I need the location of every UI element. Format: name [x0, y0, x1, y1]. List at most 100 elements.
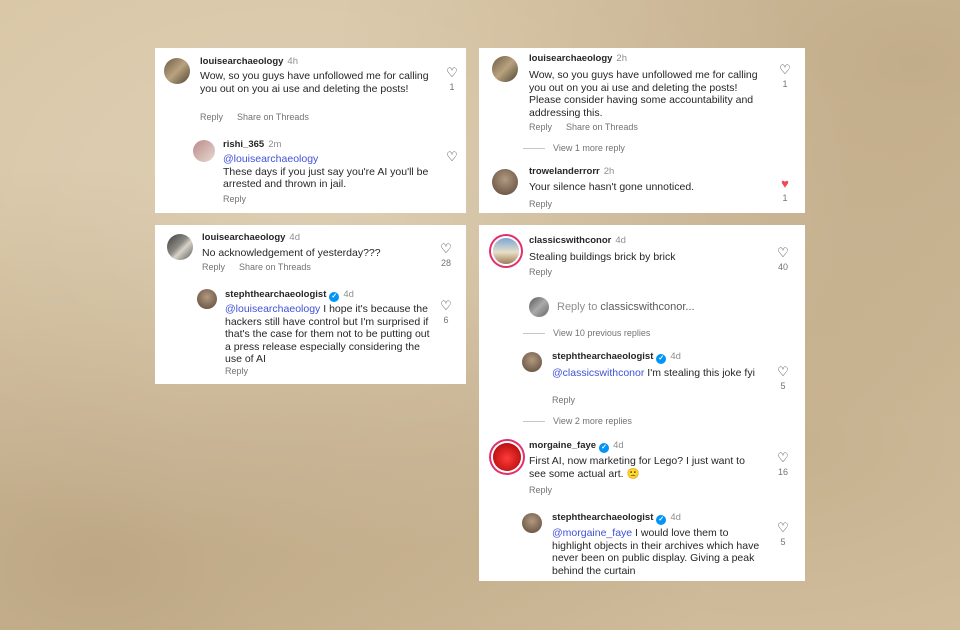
like-control[interactable]: ♡ 16	[776, 451, 790, 477]
view-more-replies-button[interactable]: View 2 more replies	[523, 416, 632, 426]
reply-button[interactable]: Reply	[552, 395, 575, 405]
mention-link[interactable]: @classicswithconor	[552, 367, 644, 379]
avatar[interactable]	[493, 443, 521, 471]
reply-button[interactable]: Reply	[529, 267, 552, 277]
timestamp: 4d	[670, 512, 681, 523]
username[interactable]: louisearchaeology 4d	[202, 232, 300, 243]
mention-link[interactable]: @louisearchaeology	[225, 303, 320, 315]
like-count: 16	[777, 467, 788, 477]
like-control[interactable]: ♡ 28	[439, 242, 453, 268]
timestamp: 4d	[615, 235, 626, 246]
mention-link[interactable]: @louisearchaeology	[223, 153, 318, 165]
timestamp: 4h	[287, 56, 298, 67]
like-count: 5	[780, 537, 786, 547]
avatar[interactable]	[164, 58, 190, 84]
timestamp: 4d	[613, 440, 624, 451]
comment-text: No acknowledgement of yesterday???	[202, 247, 381, 259]
reply-button[interactable]: Reply	[202, 262, 225, 272]
comment: classicswithconor 4d Stealing buildings b…	[479, 225, 805, 285]
comment-actions: Reply Share on Threads	[200, 112, 323, 122]
reply-button[interactable]: Reply	[223, 194, 246, 204]
like-control[interactable]: ♡ 6	[439, 299, 453, 325]
username[interactable]: louisearchaeology 2h	[529, 53, 627, 64]
heart-outline-icon[interactable]: ♡	[439, 299, 453, 312]
comment-card-1: louisearchaeology 4h Wow, so you guys hav…	[155, 48, 466, 213]
share-on-threads-button[interactable]: Share on Threads	[239, 262, 311, 272]
reply-text: Your silence hasn't gone unnoticed.	[529, 181, 695, 193]
like-count: 28	[440, 258, 451, 268]
comment: morgaine_faye ✓ 4d First AI, now marketing…	[479, 433, 805, 498]
like-control[interactable]: ♡ 1	[445, 66, 459, 92]
like-count: 6	[443, 315, 449, 325]
verified-badge-icon: ✓	[656, 515, 667, 525]
reply-button[interactable]: Reply	[529, 199, 552, 209]
username[interactable]: trowelanderrorr 2h	[529, 166, 614, 177]
reply-text: @louisearchaeology These days if you jus…	[223, 153, 429, 190]
heart-filled-icon[interactable]: ♥	[778, 177, 792, 190]
reply-text: @morgaine_faye I would love them to high…	[552, 527, 760, 577]
heart-outline-icon[interactable]: ♡	[776, 521, 790, 534]
view-more-replies-button[interactable]: View 1 more reply	[523, 143, 625, 153]
reply-input[interactable]: Reply to classicswithconor...	[557, 301, 695, 313]
like-control[interactable]: ♡ 5	[776, 365, 790, 391]
username[interactable]: classicswithconor 4d	[529, 235, 626, 246]
view-previous-replies-button[interactable]: View 10 previous replies	[523, 328, 650, 338]
like-count: 40	[777, 262, 788, 272]
avatar	[529, 297, 549, 317]
avatar[interactable]	[522, 352, 542, 372]
reply: rishi_365 2m @louisearchaeology These day…	[155, 134, 466, 209]
heart-outline-icon[interactable]: ♡	[445, 150, 459, 163]
comment-text: Stealing buildings brick by brick	[529, 251, 676, 263]
verified-badge-icon: ✓	[329, 292, 340, 302]
heart-outline-icon[interactable]: ♡	[445, 66, 459, 79]
timestamp: 4d	[343, 289, 354, 300]
avatar[interactable]	[522, 513, 542, 533]
reply-text: @louisearchaeology I hope it's because t…	[225, 303, 430, 365]
like-control[interactable]: ♡ 1	[778, 63, 792, 89]
heart-outline-icon[interactable]: ♡	[778, 63, 792, 76]
username[interactable]: louisearchaeology 4h	[200, 56, 298, 67]
reply-button[interactable]: Reply	[225, 366, 248, 376]
comment-actions: Reply Share on Threads	[202, 262, 325, 272]
username[interactable]: stephthearchaeologist ✓ 4d	[552, 512, 681, 525]
username[interactable]: stephthearchaeologist ✓ 4d	[552, 351, 681, 364]
like-control[interactable]: ♡	[445, 150, 459, 163]
timestamp: 4d	[670, 351, 681, 362]
username[interactable]: rishi_365 2m	[223, 139, 281, 150]
reply-button[interactable]: Reply	[529, 122, 552, 132]
timestamp: 2h	[616, 53, 627, 64]
heart-outline-icon[interactable]: ♡	[776, 451, 790, 464]
share-on-threads-button[interactable]: Share on Threads	[237, 112, 309, 122]
reply-button[interactable]: Reply	[200, 112, 223, 122]
comment-card-3: louisearchaeology 4d No acknowledgement o…	[155, 225, 466, 384]
comment-actions: Reply Share on Threads	[529, 122, 652, 132]
avatar[interactable]	[492, 169, 518, 195]
comment: louisearchaeology 2h Wow, so you guys hav…	[479, 48, 805, 138]
like-count: 1	[782, 193, 788, 203]
avatar[interactable]	[197, 289, 217, 309]
reply: stephthearchaeologist ✓ 4d @morgaine_faye …	[479, 509, 805, 579]
like-control[interactable]: ♡ 40	[776, 246, 790, 272]
share-on-threads-button[interactable]: Share on Threads	[566, 122, 638, 132]
avatar[interactable]	[193, 140, 215, 162]
comment-text: Wow, so you guys have unfollowed me for …	[200, 70, 429, 95]
like-control[interactable]: ♥ 1	[778, 177, 792, 203]
heart-outline-icon[interactable]: ♡	[776, 246, 790, 259]
reply: trowelanderrorr 2h Your silence hasn't go…	[479, 163, 805, 213]
like-control[interactable]: ♡ 5	[776, 521, 790, 547]
comment-card-2: louisearchaeology 2h Wow, so you guys hav…	[479, 48, 805, 213]
reply: stephthearchaeologist ✓ 4d @louisearchaeol…	[155, 285, 466, 380]
heart-outline-icon[interactable]: ♡	[776, 365, 790, 378]
like-count: 1	[449, 82, 455, 92]
timestamp: 2h	[603, 166, 615, 177]
avatar[interactable]	[492, 56, 518, 82]
comment-card-4: classicswithconor 4d Stealing buildings b…	[479, 225, 805, 581]
mention-link[interactable]: @morgaine_faye	[552, 527, 632, 539]
reply-button[interactable]: Reply	[529, 485, 552, 495]
avatar[interactable]	[167, 234, 193, 260]
username[interactable]: morgaine_faye ✓ 4d	[529, 440, 624, 453]
comment: louisearchaeology 4h Wow, so you guys hav…	[155, 48, 466, 128]
heart-outline-icon[interactable]: ♡	[439, 242, 453, 255]
username[interactable]: stephthearchaeologist ✓ 4d	[225, 289, 354, 302]
avatar[interactable]	[493, 238, 519, 264]
